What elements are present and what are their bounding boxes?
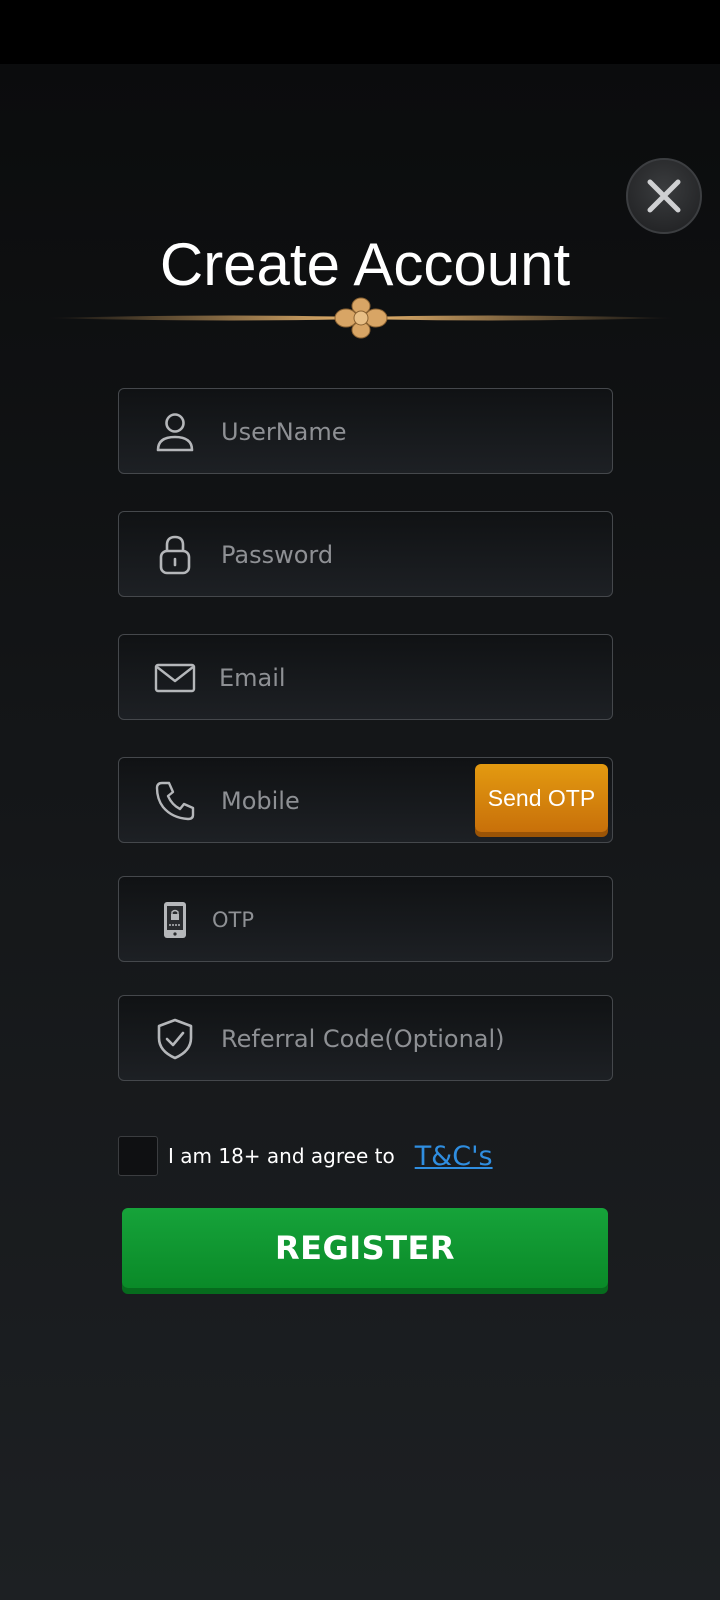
- email-input[interactable]: [219, 635, 579, 721]
- password-input[interactable]: [221, 512, 581, 598]
- username-field: [118, 388, 613, 475]
- password-field: [118, 511, 613, 598]
- mobile-input[interactable]: [221, 758, 461, 844]
- close-icon: [647, 179, 681, 213]
- username-input[interactable]: [221, 389, 581, 475]
- page-title: Create Account: [159, 231, 571, 298]
- ornament-divider: [46, 297, 676, 339]
- phone-icon: [152, 778, 198, 824]
- fleur-ornament: [334, 297, 388, 339]
- lock-icon: [152, 532, 198, 578]
- agree-checkbox[interactable]: [118, 1136, 158, 1176]
- close-button[interactable]: [626, 158, 702, 234]
- smartphone-lock-icon: [152, 897, 198, 943]
- email-field: [118, 634, 613, 721]
- register-button[interactable]: REGISTER: [122, 1208, 608, 1288]
- mobile-field: Send OTP: [118, 757, 613, 844]
- terms-link[interactable]: T&C's: [415, 1141, 493, 1172]
- agree-row: I am 18+ and agree to T&C's: [118, 1135, 493, 1177]
- user-icon: [152, 409, 198, 455]
- status-bar: [0, 0, 720, 64]
- otp-input[interactable]: [212, 877, 572, 963]
- send-otp-button[interactable]: Send OTP: [475, 764, 608, 832]
- agree-label: I am 18+ and agree to: [168, 1144, 395, 1168]
- otp-field: [118, 876, 613, 963]
- mail-icon: [152, 655, 198, 701]
- shield-check-icon: [152, 1016, 198, 1062]
- referral-field: [118, 995, 613, 1082]
- referral-input[interactable]: [221, 996, 581, 1082]
